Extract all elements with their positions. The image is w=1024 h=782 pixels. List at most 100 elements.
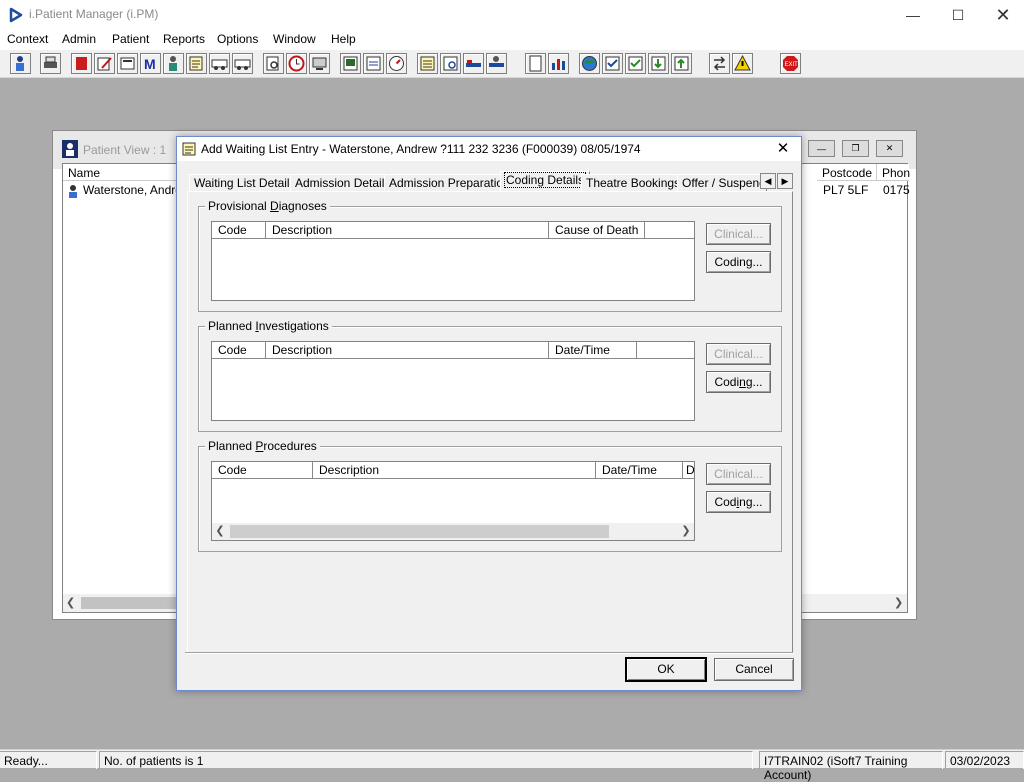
close-button[interactable]: ✕ [980,0,1024,30]
doctor-icon[interactable] [163,53,184,74]
form-icon[interactable] [363,53,384,74]
dialog-close-button[interactable]: ✕ [771,140,795,158]
column-header-truncated[interactable]: D [683,462,694,479]
scroll-left-icon[interactable]: ❮ [212,523,228,540]
column-header-blank [645,222,694,239]
transfer-icon[interactable] [709,53,730,74]
book-icon[interactable] [71,53,92,74]
tab-waiting-list-details[interactable]: Waiting List Details [189,174,301,192]
clinical-button[interactable]: Clinical... [706,463,771,485]
status-patient-count: No. of patients is 1 [99,751,753,769]
coding-button[interactable]: Coding... [706,251,771,273]
m-icon[interactable]: M [140,53,161,74]
photo-icon[interactable] [340,53,361,74]
scroll-right-icon[interactable]: ❯ [894,596,903,609]
cancel-button[interactable]: Cancel [714,658,794,681]
scroll-thumb[interactable] [81,597,181,609]
patient-view-title: Patient View : 1 [83,143,167,157]
planned-procedures-label: Planned Procedures [205,439,320,453]
procedures-grid[interactable]: Code Description Date/Time D ❮ ❯ [211,461,695,541]
menu-patient[interactable]: Patient [112,32,149,46]
notes-icon[interactable] [186,53,207,74]
download-icon[interactable] [648,53,669,74]
tab-theatre-bookings[interactable]: Theatre Bookings [581,174,686,192]
clinical-button[interactable]: Clinical... [706,223,771,245]
preview-icon[interactable] [440,53,461,74]
person-icon[interactable] [10,53,31,74]
add-waiting-list-dialog: Add Waiting List Entry - Waterstone, And… [176,136,802,691]
globe-icon[interactable] [579,53,600,74]
printer-icon[interactable] [40,53,61,74]
pv-minimize-button[interactable]: — [808,140,835,157]
column-header-postcode[interactable]: Postcode [817,164,877,181]
tab-offer-suspend[interactable]: Offer / Suspend [677,174,767,192]
upload-icon[interactable] [671,53,692,74]
column-header-date-time[interactable]: Date/Time [596,462,683,479]
menu-admin[interactable]: Admin [62,32,96,46]
ambulance-icon[interactable] [209,53,230,74]
search-doc-icon[interactable] [263,53,284,74]
status-ready: Ready... [0,751,97,769]
column-header-cause-of-death[interactable]: Cause of Death [549,222,645,239]
menu-options[interactable]: Options [217,32,258,46]
column-header-code[interactable]: Code [212,462,313,479]
exit-icon[interactable]: EXIT [780,53,801,74]
ok-button[interactable]: OK [626,658,706,681]
bed-icon[interactable] [463,53,484,74]
column-header-description[interactable]: Description [266,342,549,359]
diagnoses-grid[interactable]: Code Description Cause of Death [211,221,695,301]
note-icon [182,142,196,156]
scroll-right-icon[interactable]: ❯ [678,523,694,540]
procedures-hscrollbar[interactable]: ❮ ❯ [212,523,694,540]
tab-coding-details[interactable]: Coding Details [500,171,591,192]
column-header-description[interactable]: Description [313,462,596,479]
dial-icon[interactable] [386,53,407,74]
bed-alt-icon[interactable] [486,53,507,74]
app-logo-icon [9,7,23,23]
pv-close-button[interactable]: ✕ [876,140,903,157]
tab-scroll-left-icon[interactable]: ◀ [760,173,776,189]
svg-text:EXIT: EXIT [785,62,799,68]
ambulance-alt-icon[interactable] [232,53,253,74]
tab-admission-details[interactable]: Admission Details [290,174,396,192]
document-icon[interactable] [525,53,546,74]
column-header-phone[interactable]: Phon [877,164,910,181]
column-header-date-time[interactable]: Date/Time [549,342,637,359]
investigations-grid[interactable]: Code Description Date/Time [211,341,695,421]
edit-icon[interactable] [94,53,115,74]
svg-text:M: M [144,56,156,72]
minimize-button[interactable]: — [890,0,936,30]
column-header-name[interactable]: Name [63,164,183,181]
clock-icon[interactable] [286,53,307,74]
maximize-button[interactable]: ☐ [935,0,981,30]
checklist-icon[interactable] [602,53,623,74]
patient-name-cell[interactable]: Waterstone, Andrew [83,183,191,199]
column-header-code[interactable]: Code [212,342,266,359]
menu-bar: Context Admin Patient Reports Options Wi… [0,30,1024,50]
pv-restore-button[interactable]: ❐ [842,140,869,157]
clinical-button[interactable]: Clinical... [706,343,771,365]
menu-reports[interactable]: Reports [163,32,205,46]
check-doc-icon[interactable] [625,53,646,74]
chart-icon[interactable] [548,53,569,74]
tab-admission-preparation[interactable]: Admission Preparation [384,174,515,192]
folder-icon[interactable] [117,53,138,74]
patient-icon [62,140,78,158]
note-icon[interactable] [417,53,438,74]
column-header-description[interactable]: Description [266,222,549,239]
menu-help[interactable]: Help [331,32,356,46]
menu-window[interactable]: Window [273,32,316,46]
provisional-diagnoses-group: Provisional Diagnoses Code Description C… [198,199,782,312]
coding-button[interactable]: Coding... [706,371,771,393]
tab-scroll-right-icon[interactable]: ▶ [777,173,793,189]
monitor-icon[interactable] [309,53,330,74]
warning-icon[interactable] [732,53,753,74]
coding-button[interactable]: Coding... [706,491,771,513]
menu-context[interactable]: Context [7,32,48,46]
status-date: 03/02/2023 [945,751,1024,769]
dialog-separator [185,652,793,654]
app-title: i.Patient Manager (i.PM) [29,7,159,21]
scroll-thumb[interactable] [230,525,609,538]
scroll-left-icon[interactable]: ❮ [66,596,75,609]
column-header-code[interactable]: Code [212,222,266,239]
